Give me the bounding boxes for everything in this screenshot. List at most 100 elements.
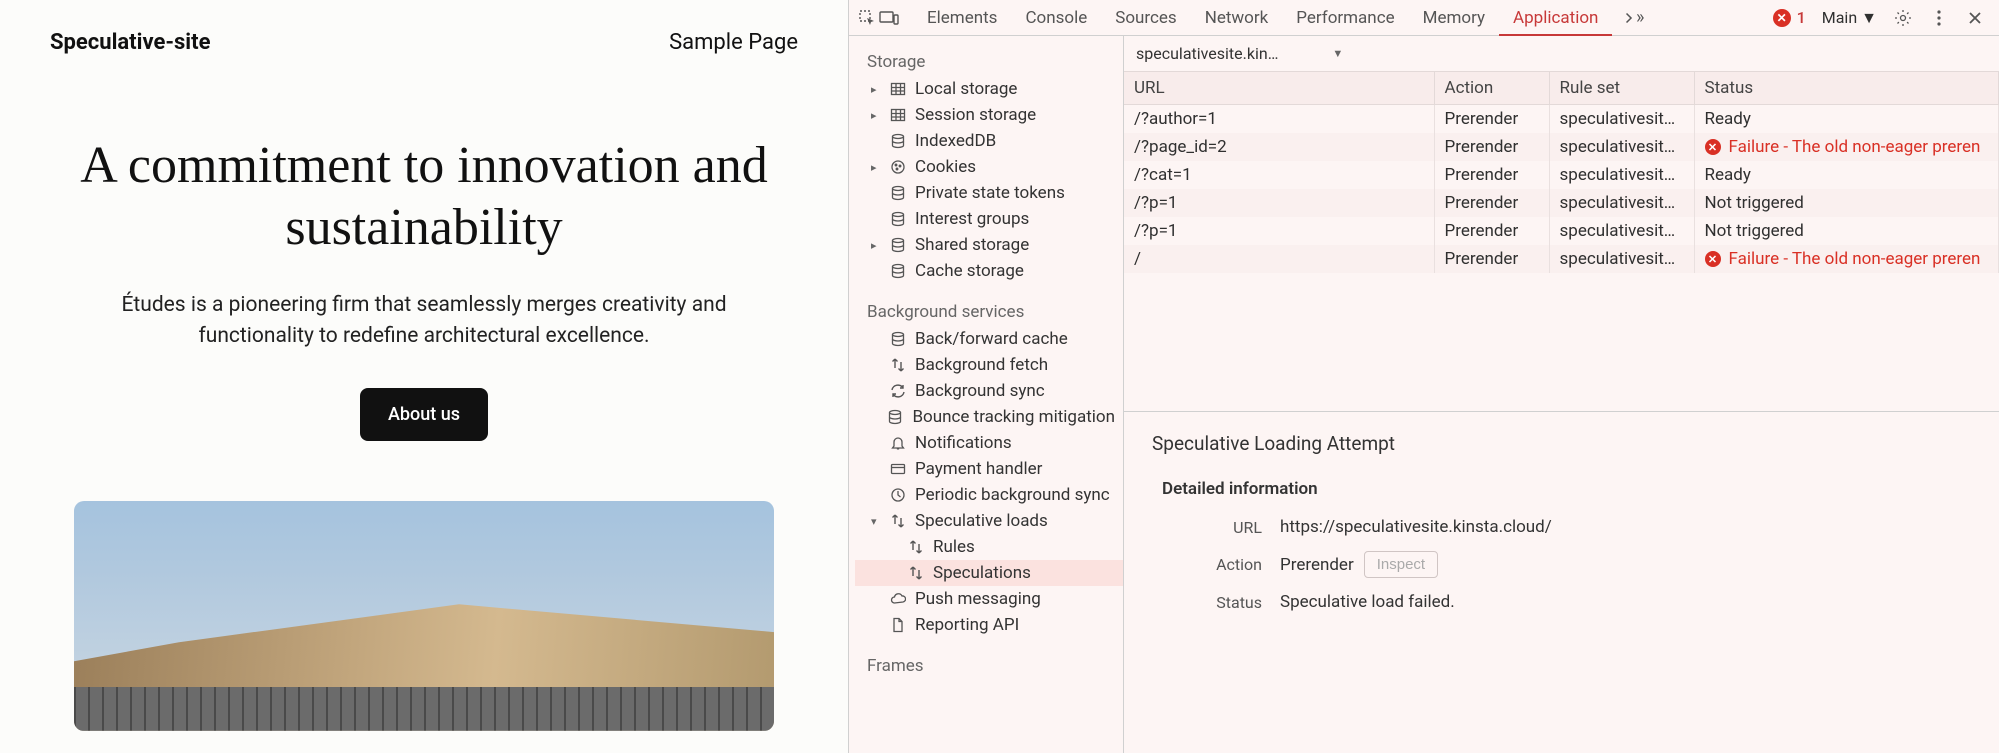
- cloud-icon: [889, 590, 907, 608]
- tab-application[interactable]: Application: [1499, 0, 1612, 37]
- tab-elements[interactable]: Elements: [913, 0, 1011, 36]
- table-icon: [889, 106, 907, 124]
- cell-action: Prerender: [1434, 245, 1549, 273]
- sidebar-item[interactable]: ▸Cookies: [855, 154, 1123, 180]
- devtools-toolbar: Elements Console Sources Network Perform…: [849, 0, 1999, 36]
- sidebar-item[interactable]: ▸Local storage: [855, 76, 1123, 102]
- sidebar-item-label: Bounce tracking mitigation: [912, 407, 1115, 427]
- status-text: Not triggered: [1705, 193, 1804, 213]
- swap-icon: [889, 356, 907, 374]
- detail-label-action: Action: [1162, 555, 1262, 574]
- sidebar-item[interactable]: ▸Shared storage: [855, 232, 1123, 258]
- status-text: Ready: [1705, 165, 1751, 185]
- detail-value-action: Prerender: [1280, 555, 1354, 575]
- sidebar-item[interactable]: Reporting API: [855, 612, 1123, 638]
- table-header-status[interactable]: Status: [1694, 72, 1999, 105]
- error-circle-icon: ✕: [1773, 9, 1791, 27]
- cell-action: Prerender: [1434, 217, 1549, 245]
- cell-ruleset: speculativesite…: [1549, 245, 1694, 273]
- sidebar-item[interactable]: Payment handler: [855, 456, 1123, 482]
- sidebar-item[interactable]: Cache storage: [855, 258, 1123, 284]
- sidebar-item-label: IndexedDB: [915, 131, 996, 151]
- chevron-down-icon: ▼: [1332, 47, 1343, 60]
- inspect-element-icon[interactable]: [857, 8, 877, 28]
- hero-image: [74, 501, 774, 731]
- cell-ruleset: speculativesite…: [1549, 161, 1694, 189]
- site-header: Speculative-site Sample Page: [50, 30, 798, 55]
- application-sidebar: Storage ▸Local storage▸Session storage In…: [849, 36, 1124, 753]
- device-toggle-icon[interactable]: [879, 8, 899, 28]
- table-row[interactable]: /?page_id=2 Prerender speculativesite… ✕…: [1124, 133, 1999, 161]
- table-row[interactable]: /?p=1 Prerender speculativesite… Not tri…: [1124, 189, 1999, 217]
- detail-value-url: https://speculativesite.kinsta.cloud/: [1280, 517, 1552, 537]
- table-header-url[interactable]: URL: [1124, 72, 1434, 105]
- tab-performance[interactable]: Performance: [1282, 0, 1408, 36]
- sidebar-item[interactable]: Interest groups: [855, 206, 1123, 232]
- sidebar-item[interactable]: IndexedDB: [855, 128, 1123, 154]
- sidebar-item[interactable]: Notifications: [855, 430, 1123, 456]
- table-row[interactable]: / Prerender speculativesite… ✕Failure - …: [1124, 245, 1999, 273]
- hero-heading: A commitment to innovation and sustainab…: [74, 135, 774, 260]
- status-text: Failure - The old non-eager preren: [1729, 137, 1981, 157]
- context-selector[interactable]: Main ▼: [1822, 8, 1877, 28]
- inspect-button[interactable]: Inspect: [1364, 551, 1438, 578]
- close-icon[interactable]: [1965, 8, 1985, 28]
- table-row[interactable]: /?p=1 Prerender speculativesite… Not tri…: [1124, 217, 1999, 245]
- speculations-table-area: URL Action Rule set Status /?author=1 Pr…: [1124, 72, 1999, 412]
- sidebar-section-frames: Frames: [855, 648, 1123, 680]
- db-icon: [889, 262, 907, 280]
- db-icon: [889, 184, 907, 202]
- toolbar-right: ✕ 1 Main ▼: [1773, 8, 1991, 28]
- status-text: Not triggered: [1705, 221, 1804, 241]
- table-header-ruleset[interactable]: Rule set: [1549, 72, 1694, 105]
- ruleset-filter[interactable]: speculativesite.kin… ▼: [1136, 44, 1343, 63]
- sidebar-item[interactable]: Push messaging: [855, 586, 1123, 612]
- about-us-button[interactable]: About us: [360, 388, 488, 441]
- more-tabs-icon[interactable]: »: [1622, 8, 1642, 28]
- sidebar-item[interactable]: Rules: [855, 534, 1123, 560]
- detail-value-status: Speculative load failed.: [1280, 592, 1455, 612]
- sidebar-item[interactable]: ▸Session storage: [855, 102, 1123, 128]
- db-icon: [889, 132, 907, 150]
- table-header-action[interactable]: Action: [1434, 72, 1549, 105]
- sidebar-item[interactable]: ▾Speculative loads: [855, 508, 1123, 534]
- sidebar-item[interactable]: Bounce tracking mitigation: [855, 404, 1123, 430]
- sidebar-item-label: Background fetch: [915, 355, 1048, 375]
- detail-panel: Speculative Loading Attempt Detailed inf…: [1124, 412, 1999, 646]
- detail-label-status: Status: [1162, 593, 1262, 612]
- detail-label-url: URL: [1162, 518, 1262, 537]
- devtools-body: Storage ▸Local storage▸Session storage In…: [849, 36, 1999, 753]
- sidebar-item[interactable]: Background sync: [855, 378, 1123, 404]
- sync-icon: [889, 382, 907, 400]
- site-title[interactable]: Speculative-site: [50, 30, 210, 55]
- sidebar-item[interactable]: Background fetch: [855, 352, 1123, 378]
- sidebar-section-bgservices: Background services: [855, 294, 1123, 326]
- sidebar-item[interactable]: Private state tokens: [855, 180, 1123, 206]
- table-row[interactable]: /?author=1 Prerender speculativesite… Re…: [1124, 105, 1999, 134]
- sidebar-section-storage: Storage: [855, 44, 1123, 76]
- devtools-tabs: Elements Console Sources Network Perform…: [913, 0, 1771, 36]
- cell-url: /?p=1: [1124, 189, 1434, 217]
- sidebar-item[interactable]: Speculations: [855, 560, 1123, 586]
- tab-sources[interactable]: Sources: [1101, 0, 1190, 36]
- gear-icon[interactable]: [1893, 8, 1913, 28]
- tab-memory[interactable]: Memory: [1409, 0, 1499, 36]
- swap-icon: [889, 512, 907, 530]
- table-row[interactable]: /?cat=1 Prerender speculativesite… Ready: [1124, 161, 1999, 189]
- tab-console[interactable]: Console: [1011, 0, 1101, 36]
- tab-network[interactable]: Network: [1191, 0, 1283, 36]
- cell-status: ✕Failure - The old non-eager preren: [1694, 245, 1999, 273]
- cell-action: Prerender: [1434, 161, 1549, 189]
- sidebar-item[interactable]: Periodic background sync: [855, 482, 1123, 508]
- status-text: Failure - The old non-eager preren: [1729, 249, 1981, 269]
- kebab-menu-icon[interactable]: [1929, 8, 1949, 28]
- hero-text: Études is a pioneering firm that seamles…: [74, 290, 774, 353]
- sidebar-item-label: Payment handler: [915, 459, 1042, 479]
- sidebar-item-label: Private state tokens: [915, 183, 1065, 203]
- sidebar-item[interactable]: Back/forward cache: [855, 326, 1123, 352]
- cell-status: Not triggered: [1694, 189, 1999, 217]
- cell-ruleset: speculativesite…: [1549, 133, 1694, 161]
- cell-url: /?cat=1: [1124, 161, 1434, 189]
- error-indicator[interactable]: ✕ 1: [1773, 8, 1806, 27]
- nav-link-sample[interactable]: Sample Page: [669, 30, 798, 55]
